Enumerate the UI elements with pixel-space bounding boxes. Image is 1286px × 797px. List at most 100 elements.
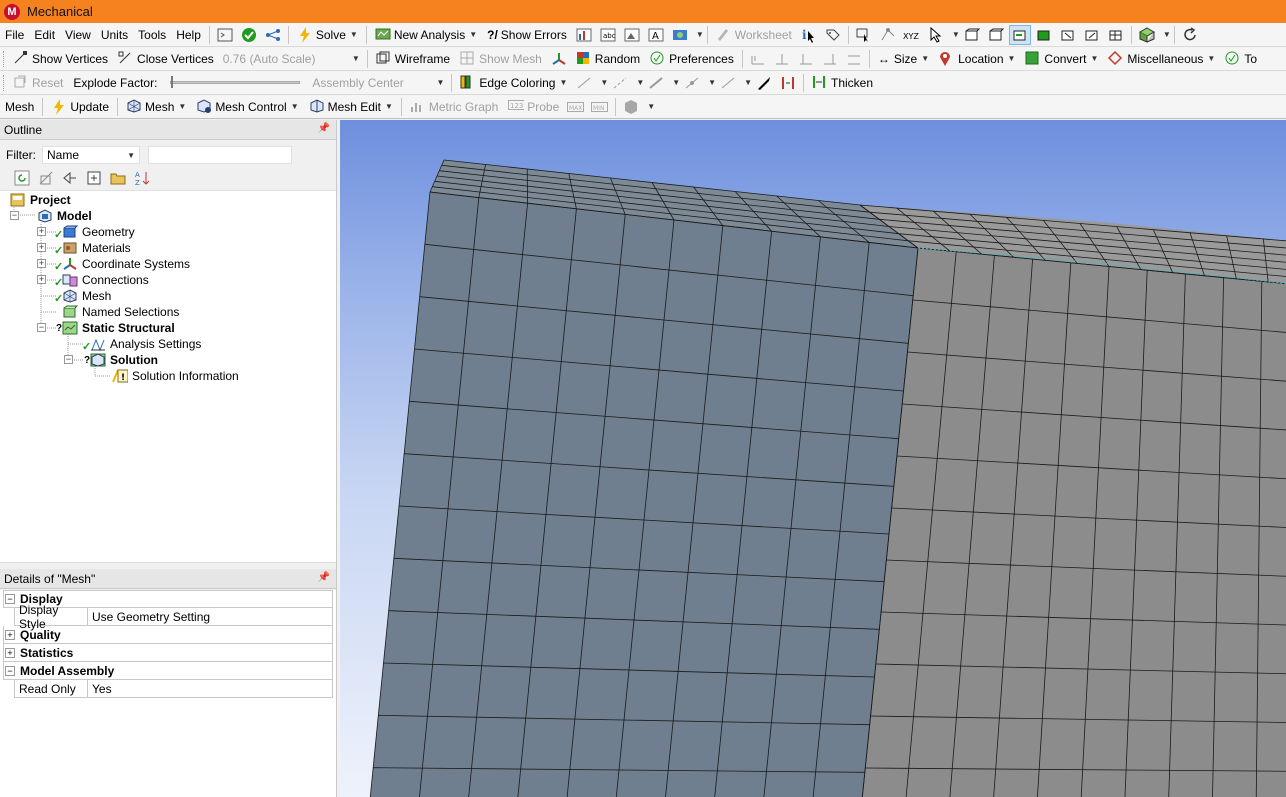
expand-toggle[interactable]: +: [37, 259, 46, 268]
folder-icon[interactable]: [107, 168, 129, 188]
annotation-dim-icon[interactable]: [795, 49, 817, 69]
select-mesh-icon[interactable]: [1105, 25, 1127, 45]
tree-expand-icon[interactable]: [59, 168, 81, 188]
connect-icon[interactable]: [262, 25, 284, 45]
chevron-down-icon[interactable]: ▼: [696, 30, 704, 39]
tree-item-coordinate-systems[interactable]: ✓ Coordinate Systems: [52, 256, 190, 273]
collapse-toggle[interactable]: −: [10, 211, 19, 220]
scale-select[interactable]: 0.76 (Auto Scale) ▼: [219, 50, 364, 68]
tree-item-connections[interactable]: ✓ Connections: [52, 272, 149, 289]
tree-item-solution-information[interactable]: ! Solution Information: [108, 368, 239, 384]
menu-file[interactable]: File: [0, 24, 29, 46]
annotation-dim-icon[interactable]: [771, 49, 793, 69]
edge-style-icon[interactable]: [573, 73, 595, 93]
annotation-dim-icon[interactable]: [819, 49, 841, 69]
mesh-model[interactable]: [340, 120, 1286, 797]
tree-item-geometry[interactable]: ✓ Geometry: [52, 224, 135, 241]
select-edge-icon[interactable]: [985, 25, 1007, 45]
expand-toggle[interactable]: +: [5, 647, 15, 658]
refresh-icon[interactable]: [1179, 25, 1201, 45]
row-display-style[interactable]: Display Style Use Geometry Setting: [14, 603, 333, 631]
convert-button[interactable]: Convert ▼: [1020, 48, 1103, 70]
expand-all-icon[interactable]: [83, 168, 105, 188]
tag-icon[interactable]: [822, 25, 844, 45]
select-body-icon[interactable]: [1008, 24, 1031, 45]
sort-az-icon[interactable]: AZ: [131, 168, 153, 188]
slider-thumb[interactable]: [171, 76, 174, 88]
suppress-icon[interactable]: [35, 168, 57, 188]
expand-toggle[interactable]: +: [37, 275, 46, 284]
filter-select[interactable]: Name ▼: [42, 146, 140, 164]
select-element-icon[interactable]: [1057, 25, 1079, 45]
tree-item-materials[interactable]: ✓ Materials: [52, 240, 131, 257]
tree-item-analysis-settings[interactable]: ✓ Analysis Settings: [80, 336, 201, 353]
reset-button[interactable]: Reset: [8, 72, 68, 94]
edge-style-icon[interactable]: [609, 73, 631, 93]
tree-item-model[interactable]: Model: [37, 208, 92, 224]
select-node-icon[interactable]: [1033, 25, 1055, 45]
preferences-button[interactable]: Preferences: [645, 48, 739, 70]
pin-icon[interactable]: 📌: [318, 123, 330, 134]
close-vertices-button[interactable]: Close Vertices: [113, 48, 219, 70]
chevron-down-icon[interactable]: ▼: [952, 30, 960, 39]
menu-units[interactable]: Units: [96, 24, 133, 46]
worksheet-button[interactable]: Worksheet: [711, 24, 797, 46]
graphics-viewport[interactable]: [340, 120, 1286, 797]
mesh-edit-button[interactable]: Mesh Edit ▼: [304, 96, 398, 118]
triad-icon[interactable]: [548, 49, 570, 69]
explode-factor-slider[interactable]: [170, 76, 301, 88]
menu-help[interactable]: Help: [171, 24, 206, 46]
chevron-down-icon[interactable]: ▼: [647, 102, 655, 111]
select-vertex-icon[interactable]: [877, 25, 899, 45]
select-face-icon[interactable]: [961, 25, 983, 45]
show-mesh-button[interactable]: Show Mesh: [455, 48, 547, 70]
select-mode-icon[interactable]: [853, 25, 875, 45]
cursor-mode-icon[interactable]: [925, 25, 947, 45]
image-icon[interactable]: [621, 25, 643, 45]
edge-style-icon[interactable]: [645, 73, 667, 93]
pin-icon[interactable]: 📌: [318, 572, 330, 583]
annotation-dim-icon[interactable]: [843, 49, 865, 69]
tree-item-named-selections[interactable]: Named Selections: [62, 304, 179, 320]
cube-view-icon[interactable]: [1136, 25, 1158, 45]
tree-item-static-structural[interactable]: ? Static Structural: [52, 320, 175, 336]
annotation-dim-icon[interactable]: [747, 49, 769, 69]
edge-coloring-button[interactable]: Edge Coloring ▼: [455, 72, 572, 94]
chevron-down-icon[interactable]: ▼: [672, 78, 680, 87]
chevron-down-icon[interactable]: ▼: [708, 78, 716, 87]
select-element-face-icon[interactable]: [1081, 25, 1103, 45]
chevron-down-icon[interactable]: ▼: [1163, 30, 1171, 39]
row-read-only[interactable]: Read Only Yes: [14, 680, 333, 698]
wireframe-button[interactable]: Wireframe: [371, 48, 455, 70]
size-button[interactable]: ↔ Size ▼: [873, 48, 934, 70]
thicken-button[interactable]: Thicken: [807, 72, 878, 94]
command-prompt-icon[interactable]: [214, 25, 236, 45]
group-quality[interactable]: + Quality: [3, 626, 333, 644]
tree-item-solution[interactable]: ? Solution: [80, 352, 158, 368]
check-icon[interactable]: [238, 25, 260, 45]
image-capture-icon[interactable]: [669, 25, 691, 45]
group-statistics[interactable]: + Statistics: [3, 644, 333, 662]
text-annotation-icon[interactable]: A: [645, 25, 667, 45]
show-errors-button[interactable]: ?/ Show Errors: [482, 24, 572, 46]
collapse-toggle[interactable]: −: [5, 594, 15, 604]
thickness-icon[interactable]: [777, 73, 799, 93]
expand-toggle[interactable]: +: [37, 243, 46, 252]
location-button[interactable]: Location ▼: [934, 48, 1020, 70]
chevron-down-icon[interactable]: ▼: [636, 78, 644, 87]
tree-item-mesh[interactable]: ✓ Mesh: [52, 288, 111, 305]
expand-toggle[interactable]: +: [37, 227, 46, 236]
edge-style-icon[interactable]: [717, 73, 739, 93]
info-cursor-icon[interactable]: i: [798, 25, 820, 45]
collapse-toggle[interactable]: −: [37, 323, 46, 332]
random-colors-button[interactable]: Random: [571, 48, 645, 70]
panel-splitter[interactable]: [0, 562, 336, 569]
assembly-center-select[interactable]: Assembly Center ▼: [308, 74, 448, 92]
edge-knife-icon[interactable]: [753, 73, 775, 93]
mesh-menu-button[interactable]: Mesh ▼: [121, 96, 191, 118]
metric-graph-button[interactable]: Metric Graph: [405, 96, 503, 118]
collapse-toggle[interactable]: −: [64, 355, 73, 364]
chevron-down-icon[interactable]: ▼: [744, 78, 752, 87]
menu-view[interactable]: View: [60, 24, 96, 46]
update-button[interactable]: Update: [46, 96, 114, 118]
